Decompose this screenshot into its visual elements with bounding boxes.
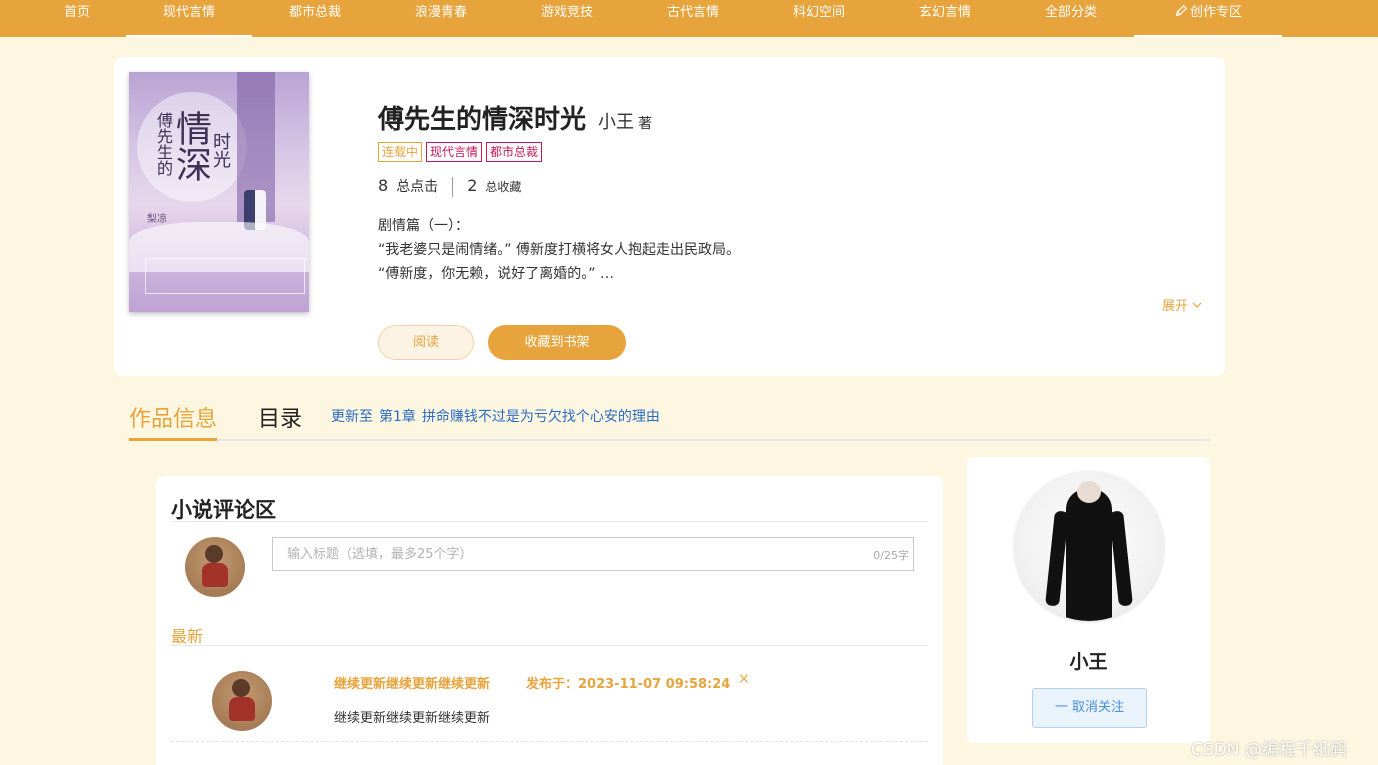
divider bbox=[171, 741, 928, 742]
read-button[interactable]: 阅读 bbox=[378, 325, 474, 360]
favorite-count-label: 总收藏 bbox=[485, 180, 522, 194]
nav-item-label: 现代言情 bbox=[162, 5, 215, 20]
author-card: 小王 一 取消关注 bbox=[967, 457, 1210, 743]
update-prefix: 更新至 bbox=[331, 409, 373, 425]
author-card-name[interactable]: 小王 bbox=[967, 647, 1210, 674]
tab-underline bbox=[129, 439, 1210, 441]
comment-timestamp: 发布于：2023-11-07 09:58:24 bbox=[526, 677, 731, 692]
author-name-link[interactable]: 小王 bbox=[598, 112, 634, 133]
add-to-shelf-button[interactable]: 收藏到书架 bbox=[488, 325, 626, 360]
nav-item-gaming[interactable]: 游戏竞技 bbox=[504, 0, 630, 37]
cover-blurb-frame bbox=[145, 258, 305, 294]
comment-title-input[interactable] bbox=[273, 538, 853, 570]
nav-item-urban-ceo[interactable]: 都市总裁 bbox=[252, 0, 378, 37]
unfollow-button[interactable]: 一 取消关注 bbox=[1032, 688, 1147, 728]
cover-title-right: 时光 bbox=[210, 132, 231, 168]
nav-item-fantasy-romance[interactable]: 玄幻言情 bbox=[882, 0, 1008, 37]
nav-item-label: 创作专区 bbox=[1189, 5, 1242, 20]
nav-item-label: 玄幻言情 bbox=[918, 5, 971, 20]
book-info-card: 傅先生的 情深 时光 梨凉 傅先生的情深时光 小王著 连载中 现代言情 都市总裁 8总… bbox=[114, 57, 1225, 376]
stats-divider bbox=[452, 177, 454, 197]
commenter-avatar bbox=[212, 671, 272, 731]
nav-item-label: 全部分类 bbox=[1044, 5, 1097, 20]
nav-item-label: 游戏竞技 bbox=[540, 5, 593, 20]
category-tag[interactable]: 都市总裁 bbox=[486, 142, 543, 162]
cover-title-main: 情深 bbox=[170, 110, 211, 182]
nav-item-creator-zone[interactable]: 创作专区 bbox=[1134, 0, 1282, 37]
tab-table-of-contents[interactable]: 目录 bbox=[258, 401, 302, 433]
delete-comment-button[interactable]: × bbox=[738, 671, 750, 687]
expand-description-button[interactable]: 展开 bbox=[1162, 295, 1202, 314]
tab-work-info[interactable]: 作品信息 bbox=[129, 401, 217, 441]
click-count-label: 总点击 bbox=[396, 179, 439, 195]
description-line: “我老婆只是闹情绪。” 傅新度打横将女人抱起走出民政局。 bbox=[378, 242, 740, 258]
author-suffix: 著 bbox=[638, 116, 653, 132]
divider bbox=[171, 645, 928, 646]
nav-item-scifi[interactable]: 科幻空间 bbox=[756, 0, 882, 37]
nav-item-ancient-romance[interactable]: 古代言情 bbox=[630, 0, 756, 37]
description-line: 剧情篇（一）： bbox=[378, 218, 469, 234]
comment-section-title: 小说评论区 bbox=[171, 498, 276, 522]
comment-title-field: 0/25字 bbox=[272, 537, 914, 571]
cover-pen-name: 梨凉 bbox=[147, 214, 167, 225]
nav-item-all-categories[interactable]: 全部分类 bbox=[1008, 0, 1134, 37]
favorite-count: 2 bbox=[467, 176, 478, 195]
comment-body: 继续更新继续更新继续更新 bbox=[334, 711, 491, 726]
book-tags: 连载中 现代言情 都市总裁 bbox=[378, 141, 546, 162]
book-description: 剧情篇（一）： “我老婆只是闹情绪。” 傅新度打横将女人抱起走出民政局。 “傅新… bbox=[378, 214, 740, 286]
nav-item-label: 都市总裁 bbox=[288, 5, 341, 20]
update-title: 拼命赚钱不过是为亏欠找个心安的理由 bbox=[421, 409, 660, 425]
latest-comments-label[interactable]: 最新 bbox=[171, 623, 203, 647]
watermark: CSDN @编程千纸鹤 bbox=[1191, 740, 1347, 760]
update-chapter: 第1章 bbox=[379, 409, 416, 425]
current-user-avatar bbox=[185, 537, 245, 597]
pen-icon bbox=[1175, 4, 1188, 17]
category-tag[interactable]: 现代言情 bbox=[426, 142, 483, 162]
nav-item-youth[interactable]: 浪漫青春 bbox=[378, 0, 504, 37]
latest-update-link[interactable]: 更新至 第1章 拼命赚钱不过是为亏欠找个心安的理由 bbox=[331, 406, 666, 426]
click-count: 8 bbox=[378, 176, 389, 195]
expand-label: 展开 bbox=[1162, 299, 1189, 314]
book-title-row: 傅先生的情深时光 小王著 bbox=[378, 99, 652, 136]
nav-item-modern-romance[interactable]: 现代言情 bbox=[126, 0, 252, 37]
nav-item-label: 浪漫青春 bbox=[414, 5, 467, 20]
character-count: 0/25字 bbox=[873, 549, 909, 562]
book-cover[interactable]: 傅先生的 情深 时光 梨凉 bbox=[129, 72, 309, 312]
comment-section: 小说评论区 0/25字 最新 继续更新继续更新继续更新 发布于：2023-11-… bbox=[156, 476, 943, 765]
top-nav: 首页 现代言情 都市总裁 浪漫青春 游戏竞技 古代言情 科幻空间 玄幻言情 全部… bbox=[0, 0, 1378, 37]
nav-item-label: 首页 bbox=[63, 5, 90, 20]
nav-item-label: 科幻空间 bbox=[792, 5, 845, 20]
book-title: 傅先生的情深时光 bbox=[378, 105, 587, 135]
author-avatar[interactable] bbox=[1014, 471, 1164, 621]
chevron-down-icon bbox=[1192, 302, 1202, 308]
status-tag: 连载中 bbox=[378, 142, 423, 162]
nav-item-label: 古代言情 bbox=[666, 5, 719, 20]
divider bbox=[171, 521, 928, 522]
comment-title: 继续更新继续更新继续更新 bbox=[334, 677, 491, 692]
book-stats: 8 总点击 2 总收藏 bbox=[378, 176, 521, 197]
description-line: “傅新度，你无赖，说好了离婚的。” … bbox=[378, 266, 614, 282]
nav-item-home[interactable]: 首页 bbox=[50, 0, 104, 37]
